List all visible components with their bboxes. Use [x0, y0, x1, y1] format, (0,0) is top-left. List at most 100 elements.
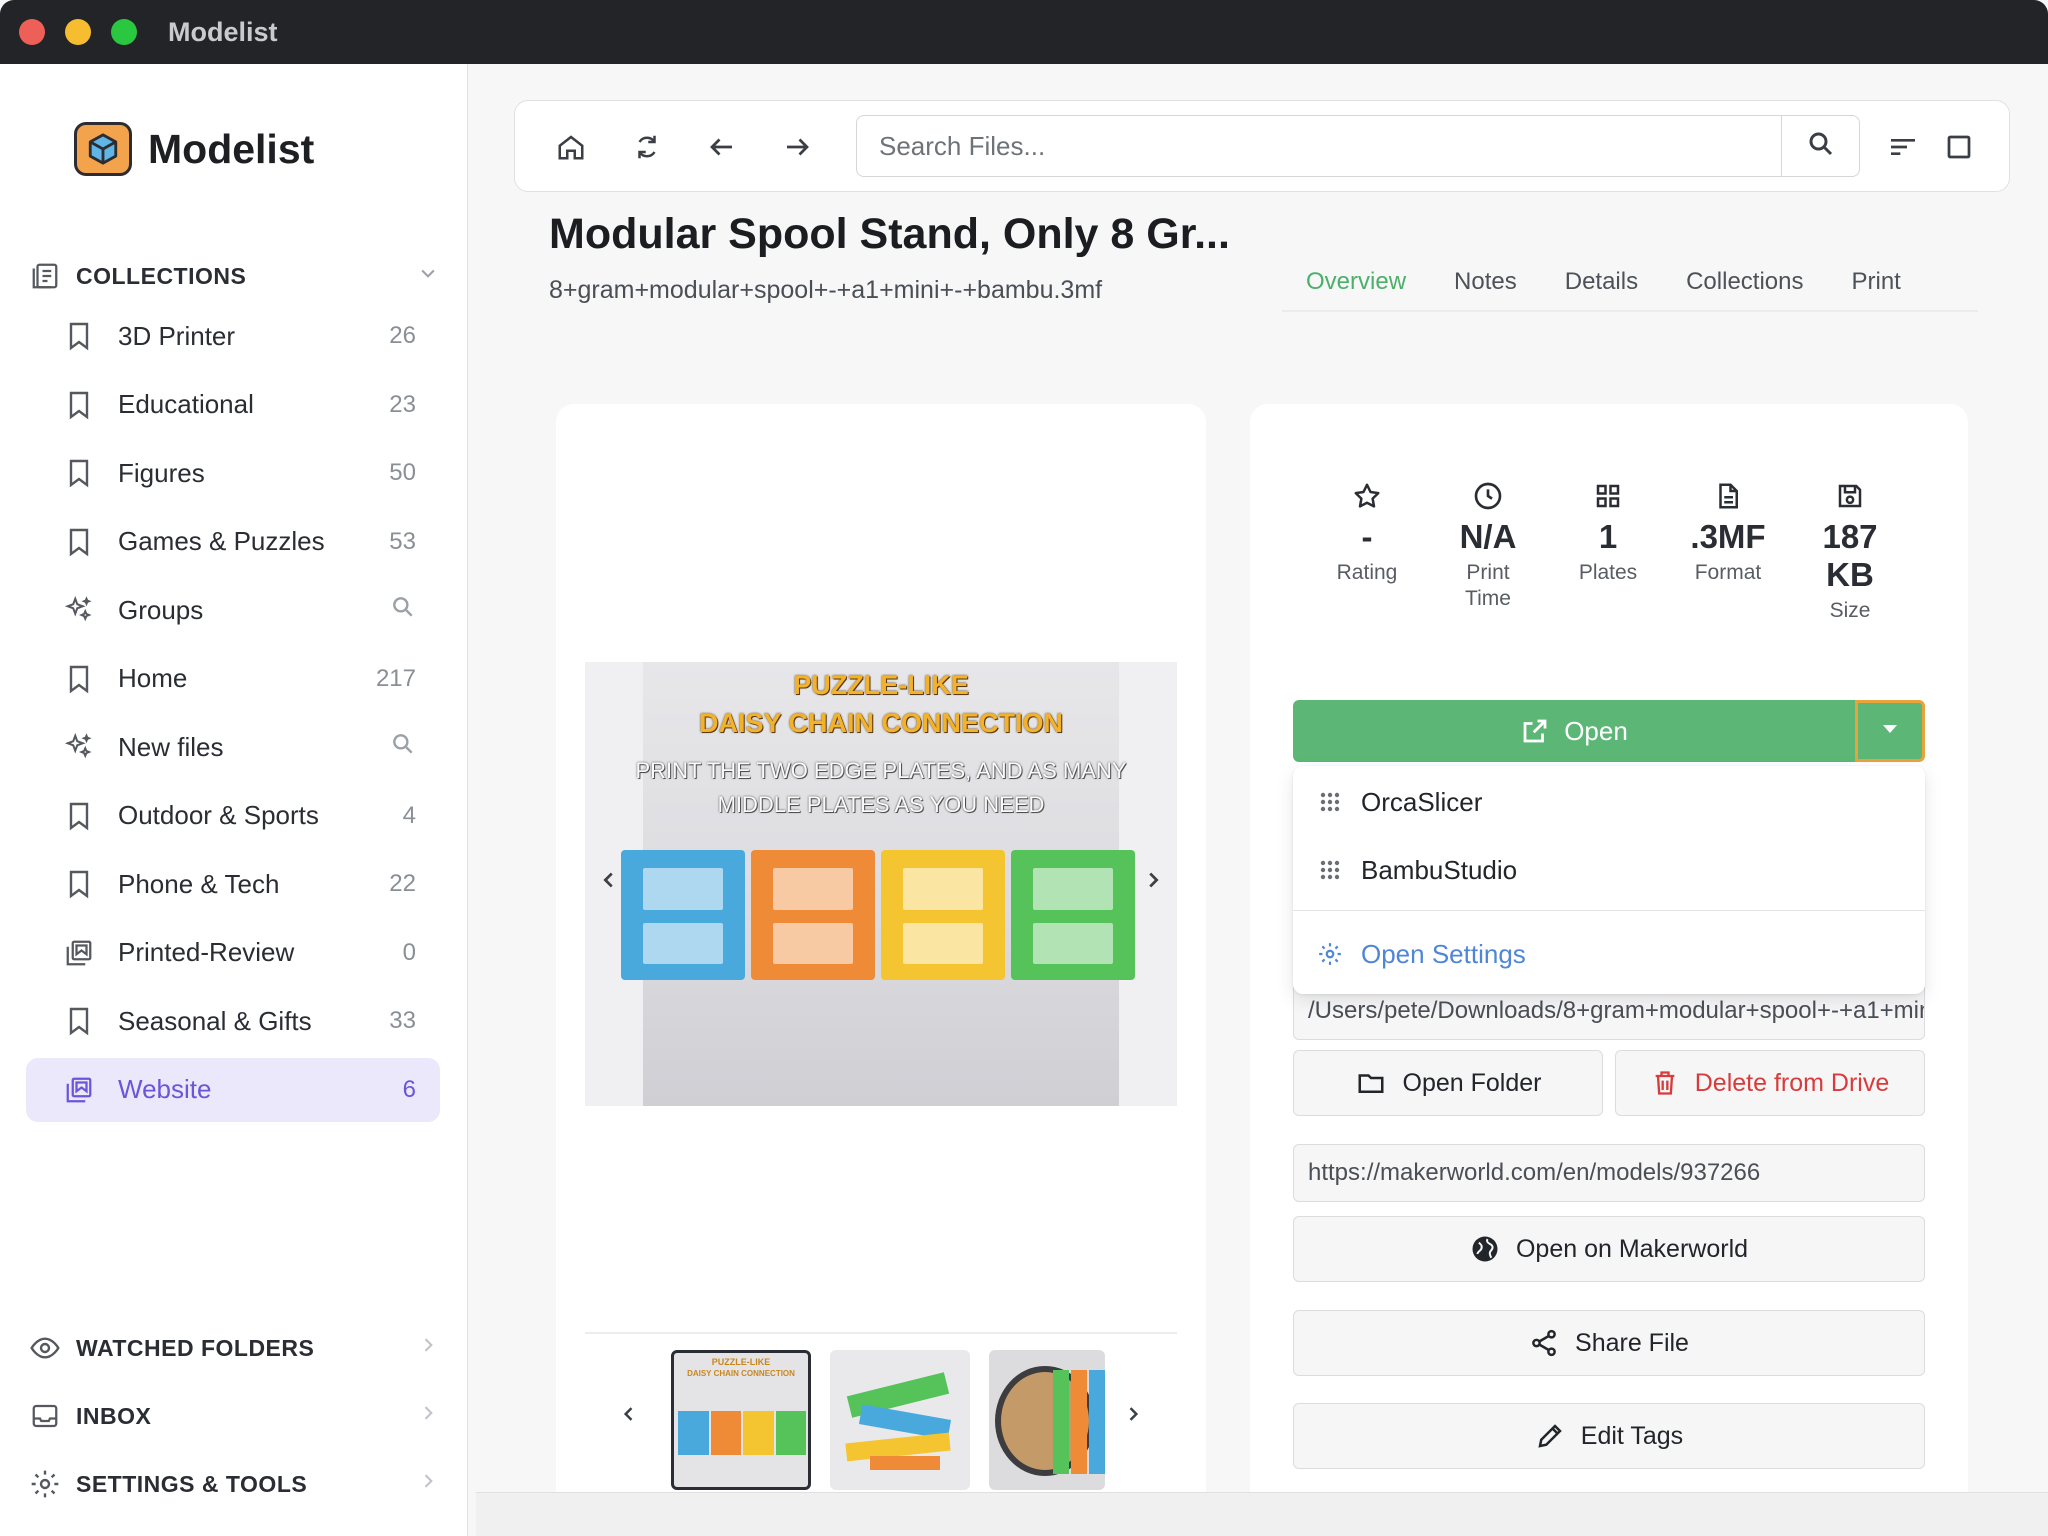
sidebar-item-count: 6	[402, 1075, 416, 1103]
hero-caption-text: PRINT THE TWO EDGE PLATES, AND AS MANY	[635, 758, 1127, 783]
sidebar-item-home[interactable]: Home 217	[26, 647, 440, 711]
settings-tools-header[interactable]: SETTINGS & TOOLS	[28, 1464, 438, 1504]
sidebar-item-printed-review[interactable]: Printed-Review 0	[26, 921, 440, 985]
thumbnails-next-button[interactable]	[1118, 1394, 1148, 1434]
open-on-makerworld-button[interactable]: Open on Makerworld	[1293, 1216, 1925, 1282]
share-file-button[interactable]: Share File	[1293, 1310, 1925, 1376]
hero-image[interactable]: PUZZLE-LIKE DAISY CHAIN CONNECTION PRINT…	[585, 662, 1177, 1106]
folder-icon	[1355, 1068, 1387, 1098]
bottom-scroll-area	[476, 1492, 2048, 1536]
watched-folders-header[interactable]: WATCHED FOLDERS	[28, 1328, 438, 1368]
menu-item-bambustudio[interactable]: BambuStudio	[1317, 850, 1517, 890]
collections-header[interactable]: COLLECTIONS	[28, 256, 438, 296]
chevron-down-icon[interactable]	[418, 263, 438, 289]
bookmark-icon	[64, 662, 94, 696]
tab-notes[interactable]: Notes	[1430, 258, 1541, 310]
source-url-field[interactable]: https://makerworld.com/en/models/937266	[1293, 1144, 1925, 1202]
stat-print-time: N/A Print Time	[1433, 476, 1543, 612]
sidebar-item-count: 217	[375, 664, 416, 692]
sidebar-item-count: 33	[389, 1007, 416, 1034]
delete-label: Delete from Drive	[1694, 1068, 1890, 1097]
bookmark-icon	[64, 1004, 94, 1038]
delete-from-drive-button[interactable]: Delete from Drive	[1615, 1050, 1925, 1116]
yellow-plate	[881, 850, 1005, 980]
blue-plate	[1089, 1370, 1105, 1474]
sidebar-item-label: Outdoor & Sports	[118, 800, 319, 830]
thumbnail-1[interactable]: PUZZLE-LIKE DAISY CHAIN CONNECTION	[671, 1350, 811, 1490]
thumbnail-3[interactable]	[989, 1350, 1105, 1490]
tab-overview[interactable]: Overview	[1282, 258, 1430, 310]
gear-icon	[28, 1467, 62, 1501]
sidebar-item-figures[interactable]: Figures 50	[26, 441, 440, 505]
stat-label: Rating	[1336, 561, 1398, 584]
tab-details[interactable]: Details	[1541, 258, 1662, 310]
chevron-right-icon[interactable]	[418, 1335, 438, 1361]
open-dropdown-toggle[interactable]	[1855, 700, 1925, 762]
eye-icon	[28, 1331, 62, 1365]
chevron-right-icon[interactable]	[418, 1471, 438, 1497]
sidebar-item-count: 50	[389, 459, 416, 486]
bookmark-icon	[64, 456, 94, 490]
refresh-button[interactable]	[625, 125, 669, 169]
sidebar-item-3d-printer[interactable]: 3D Printer 26	[26, 304, 440, 368]
search-icon[interactable]	[390, 594, 416, 627]
gallery-icon	[64, 936, 94, 970]
edit-tags-button[interactable]: Edit Tags	[1293, 1403, 1925, 1469]
forward-button[interactable]	[775, 125, 819, 169]
sidebar-item-educational[interactable]: Educational 23	[26, 373, 440, 437]
chevron-right-icon[interactable]	[418, 1403, 438, 1429]
close-window-button[interactable]	[19, 19, 45, 45]
open-button[interactable]: Open	[1293, 700, 1855, 762]
tab-print[interactable]: Print	[1827, 258, 1924, 310]
caret-down-icon	[1880, 722, 1900, 741]
drag-grip-icon	[1317, 791, 1343, 813]
search-button[interactable]	[1781, 116, 1859, 176]
green-plate	[775, 1411, 806, 1455]
tab-collections[interactable]: Collections	[1662, 258, 1827, 310]
sidebar-item-outdoor-sports[interactable]: Outdoor & Sports 4	[26, 784, 440, 848]
sidebar-item-games-puzzles[interactable]: Games & Puzzles 53	[26, 510, 440, 574]
toolbar	[514, 100, 2010, 192]
sort-button[interactable]	[1881, 125, 1925, 169]
bookmark-icon	[64, 319, 94, 353]
thumbnails-previous-button[interactable]	[614, 1394, 644, 1434]
sidebar-item-label: Games & Puzzles	[118, 526, 325, 556]
menu-divider	[1293, 910, 1925, 911]
previous-image-button[interactable]	[591, 860, 627, 900]
sidebar-item-seasonal-gifts[interactable]: Seasonal & Gifts 33	[26, 989, 440, 1053]
sidebar-item-label: Printed-Review	[118, 937, 295, 967]
page-title: Modular Spool Stand, Only 8 Gr...	[549, 210, 1230, 258]
gallery-icon	[64, 1073, 94, 1107]
stat-size: 187 KB Size	[1795, 476, 1905, 624]
open-with-menu: OrcaSlicer BambuStudio Open Settings	[1293, 766, 1925, 994]
stat-label: Print Time	[1465, 561, 1511, 610]
thumbnail-2[interactable]	[830, 1350, 970, 1490]
search-icon	[1806, 129, 1836, 164]
home-button[interactable]	[549, 125, 593, 169]
search-input[interactable]	[857, 116, 1787, 176]
thumbnail-caption: PUZZLE-LIKE	[711, 1357, 771, 1367]
sidebar-item-count: 4	[402, 801, 416, 829]
menu-item-open-settings[interactable]: Open Settings	[1317, 934, 1526, 974]
sidebar-item-new-files[interactable]: New files	[26, 715, 440, 779]
zoom-window-button[interactable]	[111, 19, 137, 45]
sidebar-item-label: Website	[118, 1074, 212, 1104]
minimize-window-button[interactable]	[65, 19, 91, 45]
search-icon[interactable]	[390, 731, 416, 764]
sidebar-item-phone-tech[interactable]: Phone & Tech 22	[26, 852, 440, 916]
open-folder-button[interactable]: Open Folder	[1293, 1050, 1603, 1116]
brand-name: Modelist	[148, 125, 315, 172]
back-button[interactable]	[700, 125, 744, 169]
inbox-header[interactable]: INBOX	[28, 1396, 438, 1436]
app-logo-icon	[74, 122, 132, 176]
sidebar-item-groups[interactable]: Groups	[26, 578, 440, 642]
settings-tools-label: SETTINGS & TOOLS	[76, 1470, 308, 1497]
menu-item-orcaslicer[interactable]: OrcaSlicer	[1317, 782, 1482, 822]
view-toggle-button[interactable]	[1937, 125, 1981, 169]
thumbnail-caption: DAISY CHAIN CONNECTION	[687, 1369, 795, 1378]
sidebar-item-website[interactable]: Website 6	[26, 1057, 440, 1122]
share-file-label: Share File	[1575, 1328, 1689, 1357]
brand[interactable]: Modelist	[74, 122, 314, 176]
next-image-button[interactable]	[1135, 860, 1171, 900]
hero-caption-text: MIDDLE PLATES AS YOU NEED	[717, 792, 1045, 817]
